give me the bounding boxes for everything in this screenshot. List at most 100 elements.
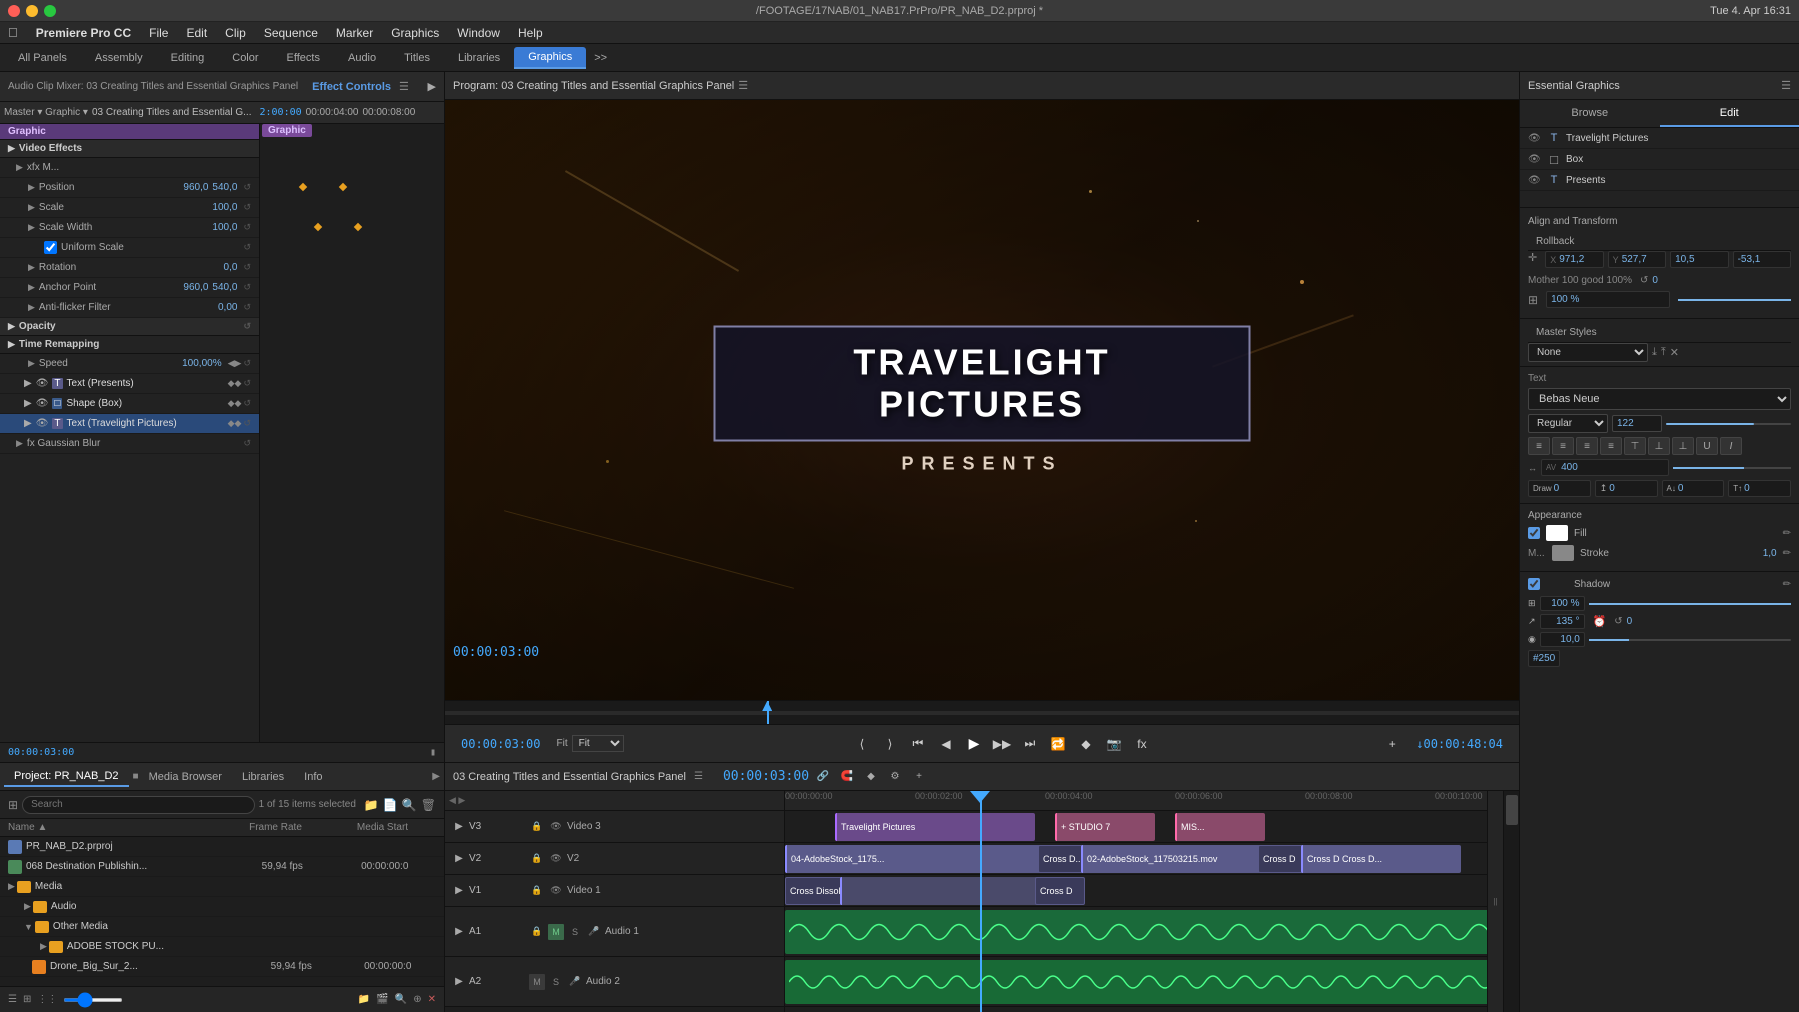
find-btn[interactable]: ⊕: [413, 994, 421, 1005]
reset-rotation[interactable]: ↺: [243, 262, 251, 273]
x-position-field[interactable]: X 971,2: [1545, 251, 1603, 268]
draw-field[interactable]: Draw 0: [1528, 480, 1591, 497]
v1-sync[interactable]: 🔒: [529, 883, 545, 899]
v3-expand[interactable]: ▶: [449, 817, 469, 837]
freeform-view-icon[interactable]: ⋮⋮: [37, 994, 57, 1005]
project-panel-more[interactable]: ▶: [432, 771, 440, 782]
tab-assembly[interactable]: Assembly: [81, 48, 157, 68]
stroke-val[interactable]: 1,0: [1763, 548, 1777, 559]
shadow-checkbox[interactable]: [1528, 578, 1540, 590]
folder-media[interactable]: ▶ Media: [0, 877, 444, 897]
menu-window[interactable]: Window: [449, 24, 508, 42]
box-eye[interactable]: 👁: [36, 398, 49, 409]
camera-btn[interactable]: 📷: [1102, 732, 1126, 756]
reset-opacity[interactable]: ↺: [243, 321, 251, 332]
prop-uniform-scale[interactable]: Uniform Scale ↺: [0, 238, 259, 258]
tab-audio[interactable]: Audio: [334, 48, 390, 68]
ec-menu-icon[interactable]: ☰: [399, 80, 409, 93]
tab-color[interactable]: Color: [218, 48, 272, 68]
ec-scroll-handle[interactable]: ▮: [430, 747, 436, 758]
reset-uniform[interactable]: ↺: [243, 242, 251, 253]
font-style-select[interactable]: Regular: [1528, 414, 1608, 433]
tl-marker-btn[interactable]: ◆: [861, 767, 881, 787]
a1-expand[interactable]: ▶: [449, 922, 469, 942]
top-align-btn[interactable]: ⊤: [1624, 437, 1646, 455]
delete-bin-btn[interactable]: ✕: [428, 994, 436, 1005]
close-button[interactable]: [8, 5, 20, 17]
bot-align-btn[interactable]: ⊥: [1672, 437, 1694, 455]
a1-sync[interactable]: 🔒: [529, 924, 545, 940]
settings-btn[interactable]: fx: [1130, 732, 1154, 756]
clip-audio-2[interactable]: [785, 960, 1503, 1004]
maximize-button[interactable]: [44, 5, 56, 17]
new-bin-btn[interactable]: 📁: [358, 994, 370, 1005]
pull-style-btn[interactable]: ⤒: [1661, 346, 1666, 359]
prop-gaussian-blur[interactable]: ▶ fx Gaussian Blur ↺: [0, 434, 259, 454]
timeline-menu[interactable]: ☰: [694, 771, 703, 782]
a1-content[interactable]: [785, 907, 1503, 957]
speed-next[interactable]: ▶: [235, 358, 242, 369]
folder-adobe-stock[interactable]: ▶ ADOBE STOCK PU...: [0, 937, 444, 957]
menu-graphics[interactable]: Graphics: [383, 24, 447, 42]
clear-style-btn[interactable]: ✕: [1670, 346, 1679, 359]
angle-dial[interactable]: ⏰: [1593, 615, 1607, 628]
folder-audio[interactable]: ▶ Audio: [0, 897, 444, 917]
clip-v1-main[interactable]: [840, 877, 1040, 905]
tracking-field[interactable]: AV 400: [1541, 459, 1669, 476]
align-justify-btn[interactable]: ≡: [1600, 437, 1622, 455]
a2-mic[interactable]: 🎤: [567, 974, 583, 990]
tab-info[interactable]: Info: [294, 768, 332, 786]
font-size-input[interactable]: 122: [1612, 415, 1662, 432]
ec-graphic-bar[interactable]: Graphic: [262, 124, 312, 137]
v1-content[interactable]: Cross Dissolve Cross D: [785, 875, 1503, 907]
reset-travelight[interactable]: ↺: [243, 418, 251, 429]
fit-label[interactable]: Fit: [556, 738, 567, 749]
clip-travelight-title[interactable]: Travelight Pictures: [835, 813, 1035, 841]
eg-menu[interactable]: ☰: [1781, 79, 1791, 92]
reset-gaussian[interactable]: ↺: [243, 438, 251, 449]
x-value[interactable]: 971,2: [1559, 254, 1584, 265]
align-top-field[interactable]: ↥ 0: [1595, 480, 1658, 497]
tracking-slider[interactable]: [1673, 467, 1791, 469]
shadow-hash-val[interactable]: #250: [1528, 650, 1560, 667]
menu-marker[interactable]: Marker: [328, 24, 381, 42]
travelight-eye[interactable]: 👁: [36, 418, 49, 429]
tab-titles[interactable]: Titles: [390, 48, 444, 68]
prop-scale-width[interactable]: ▶ Scale Width 100,0 ↺: [0, 218, 259, 238]
v1-expand[interactable]: ▶: [449, 881, 469, 901]
v1-eye[interactable]: 👁: [548, 883, 564, 899]
tab-all-panels[interactable]: All Panels: [4, 48, 81, 68]
speed-prev[interactable]: ◀: [228, 358, 235, 369]
panel-expand-arrow[interactable]: ▶: [428, 80, 436, 93]
nudge-x-value[interactable]: 10,5: [1675, 254, 1694, 265]
scale-slider[interactable]: [1678, 299, 1791, 301]
tab-effects[interactable]: Effects: [273, 48, 334, 68]
prop-scale[interactable]: ▶ Scale 100,0 ↺: [0, 198, 259, 218]
italic-btn[interactable]: I: [1720, 437, 1742, 455]
tab-libraries[interactable]: Libraries: [232, 768, 294, 786]
file-drone[interactable]: Drone_Big_Sur_2... 59,94 fps 00:00:00:0: [0, 957, 444, 977]
timeline-right-handle[interactable]: ||: [1487, 791, 1503, 1012]
baseline-field[interactable]: T↑ 0: [1728, 480, 1791, 497]
project-grid-icon[interactable]: ⊞: [8, 798, 18, 812]
preview-area[interactable]: TRAVELIGHT PICTURES PRESENTS 00:00:03:00: [445, 100, 1519, 700]
menu-edit[interactable]: Edit: [178, 24, 215, 42]
shadow-edit-icon[interactable]: ✏: [1783, 579, 1791, 590]
fill-checkbox[interactable]: [1528, 527, 1540, 539]
step-fwd-btn[interactable]: ▶▶: [990, 732, 1014, 756]
shadow-color-swatch[interactable]: [1546, 576, 1568, 592]
search-btn[interactable]: 🔍: [395, 994, 407, 1005]
prop-antiflicker[interactable]: ▶ Anti-flicker Filter 0,00 ↺: [0, 298, 259, 318]
play-btn[interactable]: ▶: [962, 732, 986, 756]
clip-v2-last[interactable]: Cross D Cross D...: [1301, 845, 1461, 873]
reset-box[interactable]: ↺: [243, 398, 251, 409]
font-select[interactable]: Bebas Neue: [1528, 388, 1791, 410]
grid-view-icon[interactable]: ⊞: [23, 994, 31, 1005]
menu-help[interactable]: Help: [510, 24, 551, 42]
shadow-blur[interactable]: 10,0: [1540, 632, 1585, 647]
go-to-out-btn[interactable]: ⏭: [1018, 732, 1042, 756]
clip-mis[interactable]: MIS...: [1175, 813, 1265, 841]
thumbnail-size-slider[interactable]: [63, 998, 123, 1002]
fill-color-swatch[interactable]: [1546, 525, 1568, 541]
layer-text-presents[interactable]: ▶ 👁 T Text (Presents) ◆◆ ↺: [0, 374, 259, 394]
